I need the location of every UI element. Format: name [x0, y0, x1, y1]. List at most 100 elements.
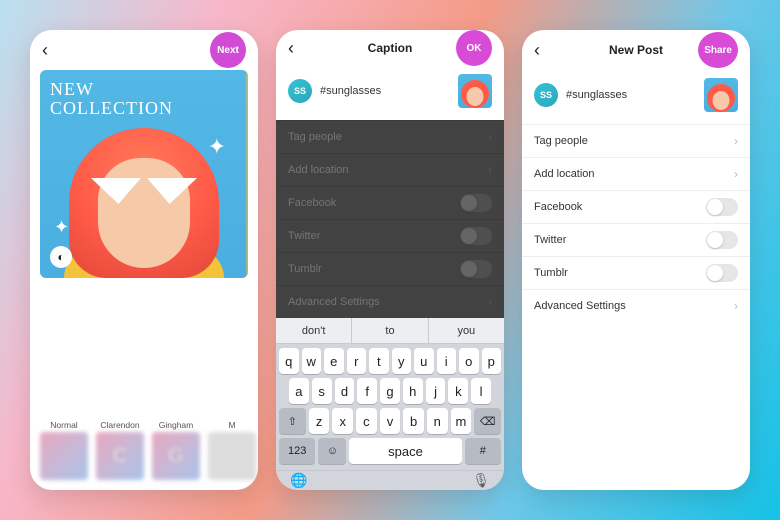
- key-p[interactable]: p: [482, 348, 502, 374]
- back-icon[interactable]: ‹: [288, 38, 294, 59]
- keyboard-bottombar: 🌐 🎙: [276, 470, 504, 490]
- back-icon[interactable]: ‹: [42, 40, 48, 61]
- row-twitter[interactable]: Twitter: [276, 219, 504, 252]
- post-thumbnail[interactable]: [704, 78, 738, 112]
- filter-normal[interactable]: Normal: [40, 420, 88, 480]
- key-l[interactable]: l: [471, 378, 491, 404]
- key-j[interactable]: j: [426, 378, 446, 404]
- key-f[interactable]: f: [357, 378, 377, 404]
- key-backspace[interactable]: ⌫: [474, 408, 501, 434]
- share-button[interactable]: Share: [698, 32, 738, 68]
- post-thumbnail[interactable]: [458, 74, 492, 108]
- chevron-right-icon: ›: [734, 167, 738, 181]
- row-twitter[interactable]: Twitter: [522, 223, 750, 256]
- key-v[interactable]: v: [380, 408, 401, 434]
- back-icon[interactable]: ‹: [534, 40, 540, 61]
- ok-button[interactable]: OK: [456, 30, 492, 66]
- photo-overlay-text: NEW COLLECTION: [50, 80, 173, 118]
- toggle-off[interactable]: [706, 231, 738, 249]
- chevron-right-icon: ›: [488, 163, 492, 177]
- sunglasses-graphic: [91, 178, 197, 208]
- photo-area: NEW COLLECTION ✦ ✦ ◐: [30, 70, 258, 278]
- key-n[interactable]: n: [427, 408, 448, 434]
- row-facebook[interactable]: Facebook: [522, 190, 750, 223]
- stage: ‹ Next NEW COLLECTION ✦ ✦ ◐ Norma: [0, 0, 780, 520]
- mic-icon[interactable]: 🎙: [472, 472, 490, 489]
- toggle-off[interactable]: [706, 264, 738, 282]
- chevron-right-icon: ›: [488, 295, 492, 309]
- key-i[interactable]: i: [437, 348, 457, 374]
- caption-input[interactable]: #sunglasses: [320, 85, 450, 97]
- key-o[interactable]: o: [459, 348, 479, 374]
- selected-photo[interactable]: NEW COLLECTION ✦ ✦ ◐: [40, 70, 248, 278]
- caption-row: SS #sunglasses: [522, 70, 750, 124]
- row-add-location[interactable]: Add location›: [276, 153, 504, 186]
- chevron-right-icon: ›: [488, 130, 492, 144]
- suggestion[interactable]: don't: [276, 318, 352, 343]
- key-emoji[interactable]: ☺: [318, 438, 346, 464]
- key-y[interactable]: y: [392, 348, 412, 374]
- filter-gingham[interactable]: Gingham G: [152, 420, 200, 480]
- key-h[interactable]: h: [403, 378, 423, 404]
- key-z[interactable]: z: [309, 408, 330, 434]
- row-advanced[interactable]: Advanced Settings›: [276, 285, 504, 318]
- suggestion[interactable]: to: [352, 318, 428, 343]
- key-e[interactable]: e: [324, 348, 344, 374]
- chevron-right-icon: ›: [734, 134, 738, 148]
- sparkle-icon: ✦: [208, 134, 226, 160]
- key-d[interactable]: d: [335, 378, 355, 404]
- key-return[interactable]: #: [465, 438, 501, 464]
- toggle-off[interactable]: [460, 194, 492, 212]
- key-c[interactable]: c: [356, 408, 377, 434]
- next-photo-peek[interactable]: [246, 70, 248, 278]
- key-r[interactable]: r: [347, 348, 367, 374]
- phone-filter: ‹ Next NEW COLLECTION ✦ ✦ ◐ Norma: [30, 30, 258, 490]
- key-space[interactable]: space: [349, 438, 461, 464]
- key-shift[interactable]: ⇧: [279, 408, 306, 434]
- keyboard: don't to you q w e r t y u i o p a s d f: [276, 318, 504, 470]
- key-g[interactable]: g: [380, 378, 400, 404]
- caption-row: SS #sunglasses: [276, 66, 504, 120]
- avatar[interactable]: SS: [288, 79, 312, 103]
- row-tag-people[interactable]: Tag people›: [276, 120, 504, 153]
- row-facebook[interactable]: Facebook: [276, 186, 504, 219]
- row-add-location[interactable]: Add location›: [522, 157, 750, 190]
- key-w[interactable]: w: [302, 348, 322, 374]
- filter-more[interactable]: M: [208, 420, 256, 480]
- toggle-off[interactable]: [706, 198, 738, 216]
- chevron-right-icon: ›: [734, 299, 738, 313]
- key-m[interactable]: m: [451, 408, 472, 434]
- keyboard-row: ⇧ z x c v b n m ⌫: [279, 408, 501, 434]
- next-button[interactable]: Next: [210, 32, 246, 68]
- filter-strip: Normal Clarendon C Gingham G M: [30, 406, 258, 490]
- filter-clarendon[interactable]: Clarendon C: [96, 420, 144, 480]
- key-a[interactable]: a: [289, 378, 309, 404]
- key-t[interactable]: t: [369, 348, 389, 374]
- key-x[interactable]: x: [332, 408, 353, 434]
- header: ‹ Caption OK: [276, 30, 504, 66]
- avatar[interactable]: SS: [534, 83, 558, 107]
- keyboard-row: 123 ☺ space #: [279, 438, 501, 464]
- key-u[interactable]: u: [414, 348, 434, 374]
- infinity-chip[interactable]: ◐: [50, 246, 72, 268]
- header: ‹ Next: [30, 30, 258, 70]
- row-tumblr[interactable]: Tumblr: [522, 256, 750, 289]
- key-123[interactable]: 123: [279, 438, 315, 464]
- phone-newpost: ‹ New Post Share SS #sunglasses Tag peop…: [522, 30, 750, 490]
- key-q[interactable]: q: [279, 348, 299, 374]
- row-advanced[interactable]: Advanced Settings›: [522, 289, 750, 322]
- toggle-off[interactable]: [460, 227, 492, 245]
- row-tag-people[interactable]: Tag people›: [522, 124, 750, 157]
- key-b[interactable]: b: [403, 408, 424, 434]
- options-list-dimmed: Tag people› Add location› Facebook Twitt…: [276, 120, 504, 318]
- options-list: Tag people› Add location› Facebook Twitt…: [522, 124, 750, 322]
- keyboard-suggestions: don't to you: [276, 318, 504, 344]
- toggle-off[interactable]: [460, 260, 492, 278]
- header: ‹ New Post Share: [522, 30, 750, 70]
- suggestion[interactable]: you: [429, 318, 504, 343]
- caption-input[interactable]: #sunglasses: [566, 89, 696, 101]
- key-s[interactable]: s: [312, 378, 332, 404]
- row-tumblr[interactable]: Tumblr: [276, 252, 504, 285]
- key-k[interactable]: k: [448, 378, 468, 404]
- globe-icon[interactable]: 🌐: [290, 472, 307, 489]
